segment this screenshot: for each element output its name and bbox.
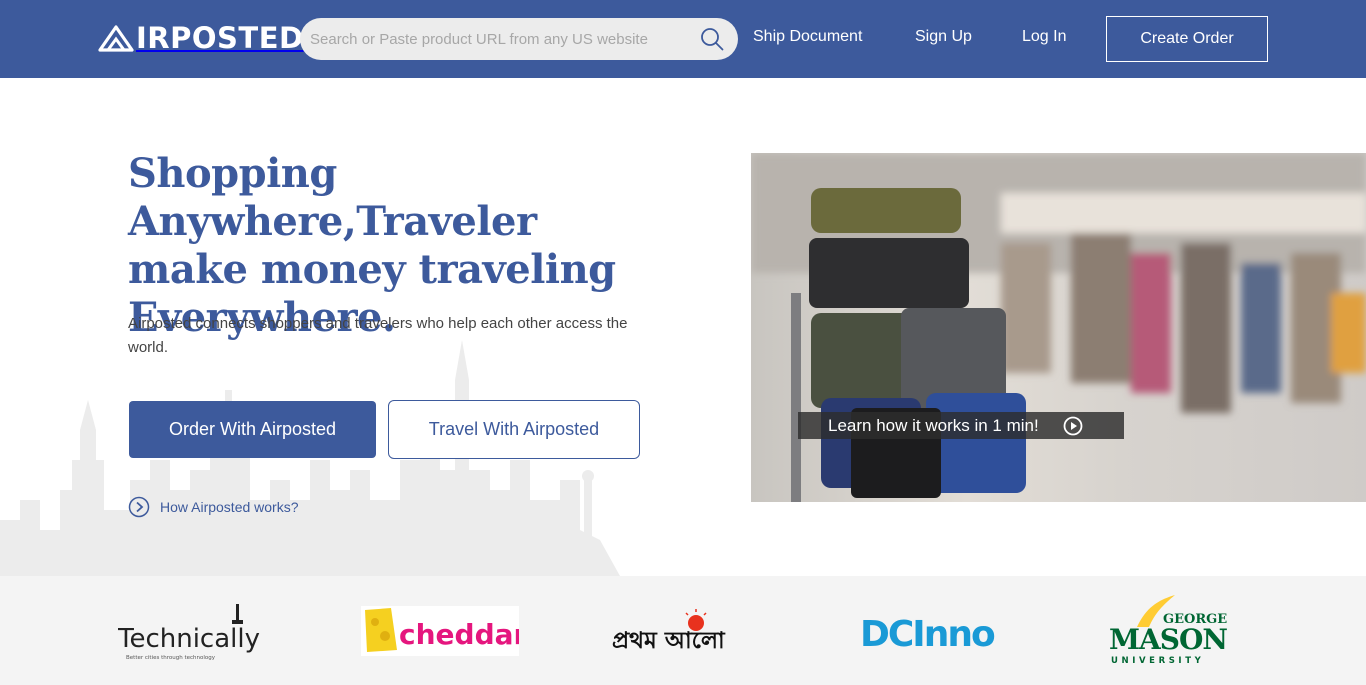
technically-logo[interactable]: Technically Better cities through techno… xyxy=(118,576,268,685)
logo-wordmark: IRPOSTED xyxy=(136,21,304,55)
how-it-works-video[interactable]: Learn how it works in 1 min! xyxy=(751,153,1366,502)
video-caption: Learn how it works in 1 min! xyxy=(828,415,1039,435)
dcinno-wordmark: DCInno xyxy=(860,614,995,655)
log-in-link[interactable]: Log In xyxy=(1022,28,1066,46)
cheddar-wordmark: cheddar xyxy=(399,618,519,651)
top-navigation-bar: IRPOSTED Ship Document Sign Up Log In Cr… xyxy=(0,0,1366,78)
cheddar-logo[interactable]: cheddar xyxy=(361,576,519,685)
product-search-bar xyxy=(300,18,738,60)
sign-up-link[interactable]: Sign Up xyxy=(915,28,972,46)
play-circle-icon[interactable] xyxy=(1063,416,1083,436)
create-order-button[interactable]: Create Order xyxy=(1106,16,1268,62)
order-with-airposted-button[interactable]: Order With Airposted xyxy=(129,401,376,458)
george-mason-logo[interactable]: GEORGE MASON UNIVERSITY xyxy=(1107,576,1227,685)
airposted-logo-mark-icon xyxy=(98,25,134,52)
video-caption-bar[interactable]: Learn how it works in 1 min! xyxy=(798,412,1124,439)
mason-wordmark: MASON xyxy=(1109,623,1227,656)
hero-description: Airposted connects shoppers and traveler… xyxy=(128,315,628,356)
mason-bottom-word: UNIVERSITY xyxy=(1111,656,1204,666)
how-airposted-works-link[interactable]: How Airposted works? xyxy=(128,496,299,518)
technically-wordmark: Technically xyxy=(118,624,260,654)
hero-headline-line-2: make money traveling xyxy=(128,246,616,293)
ship-document-link[interactable]: Ship Document xyxy=(753,28,862,46)
prothom-alo-logo[interactable]: প্রথম আলো xyxy=(610,576,785,685)
hero-headline-line-1: Shopping Anywhere,Traveler xyxy=(128,150,537,245)
airport-luggage-photo xyxy=(751,153,1366,502)
search-icon[interactable] xyxy=(700,27,724,51)
technically-tagline: Better cities through technology xyxy=(126,655,216,661)
airposted-logo[interactable]: IRPOSTED xyxy=(98,22,304,54)
play-arrow-circle-icon xyxy=(128,496,150,518)
how-airposted-works-label: How Airposted works? xyxy=(160,499,299,515)
dcinno-logo[interactable]: DCInno xyxy=(860,576,1020,685)
search-input[interactable] xyxy=(310,18,690,60)
press-logos-strip: Technically Better cities through techno… xyxy=(0,576,1366,685)
prothom-alo-wordmark: প্রথম আলো xyxy=(612,628,726,654)
travel-with-airposted-button[interactable]: Travel With Airposted xyxy=(388,400,640,459)
